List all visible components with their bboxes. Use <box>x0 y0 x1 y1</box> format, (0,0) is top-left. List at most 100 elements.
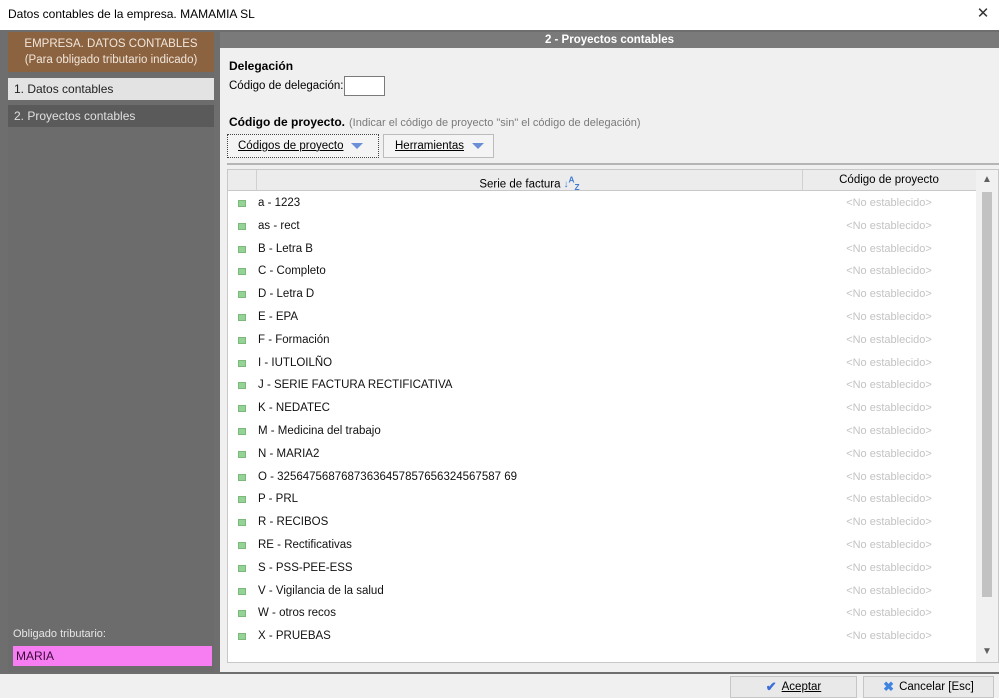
table-row[interactable]: M - Medicina del trabajo <No establecido> <box>228 420 976 442</box>
cell-codigo-proyecto[interactable]: <No establecido> <box>803 329 975 351</box>
table-row[interactable]: K - NEDATEC <No establecido> <box>228 397 976 419</box>
row-selector[interactable] <box>228 238 257 260</box>
scroll-thumb[interactable] <box>982 192 992 597</box>
row-selector[interactable] <box>228 352 257 374</box>
row-marker-icon <box>238 519 246 527</box>
section-header: 2 - Proyectos contables <box>220 32 999 48</box>
table-row[interactable]: N - MARIA2 <No establecido> <box>228 443 976 465</box>
cell-serie: E - EPA <box>258 311 299 323</box>
cancelar-label: Cancelar [Esc] <box>899 681 974 693</box>
vertical-scrollbar[interactable]: ▲ ▼ <box>976 170 998 662</box>
row-selector[interactable] <box>228 306 257 328</box>
table-row[interactable]: X - PRUEBAS <No establecido> <box>228 625 976 647</box>
table-row[interactable]: W - otros recos <No establecido> <box>228 602 976 624</box>
cell-codigo-proyecto[interactable]: <No establecido> <box>803 260 975 282</box>
cell-codigo-proyecto[interactable]: <No establecido> <box>803 466 975 488</box>
table-row[interactable]: as - rect <No establecido> <box>228 215 976 237</box>
row-selector[interactable] <box>228 374 257 396</box>
cell-codigo-proyecto[interactable]: <No establecido> <box>803 534 975 556</box>
series-grid: Serie de factura ↓AZ Código de proyecto a… <box>227 169 999 663</box>
cell-codigo-proyecto[interactable]: <No establecido> <box>803 215 975 237</box>
row-selector[interactable] <box>228 625 257 647</box>
sidebar-item-proyectos-contables[interactable]: 2. Proyectos contables <box>8 105 214 127</box>
scroll-up-icon[interactable]: ▲ <box>976 170 998 190</box>
row-selector[interactable] <box>228 602 257 624</box>
row-selector[interactable] <box>228 260 257 282</box>
table-row[interactable]: E - EPA <No establecido> <box>228 306 976 328</box>
cell-serie: W - otros recos <box>258 607 336 620</box>
row-selector[interactable] <box>228 580 257 602</box>
table-row[interactable]: RE - Rectificativas <No establecido> <box>228 534 976 556</box>
cell-codigo-proyecto[interactable]: <No establecido> <box>803 306 975 328</box>
row-marker-icon <box>238 291 246 299</box>
table-row[interactable]: D - Letra D <No establecido> <box>228 283 976 305</box>
cell-codigo-proyecto[interactable]: <No establecido> <box>803 488 975 510</box>
table-row[interactable]: C - Completo <No establecido> <box>228 260 976 282</box>
window-title: Datos contables de la empresa. MAMAMIA S… <box>8 7 255 21</box>
cell-codigo-proyecto[interactable]: <No establecido> <box>803 602 975 624</box>
cell-codigo-proyecto[interactable]: <No establecido> <box>803 238 975 260</box>
codigo-proyecto-title: Código de proyecto. <box>229 115 346 129</box>
row-selector[interactable] <box>228 443 257 465</box>
sidebar-item-datos-contables[interactable]: 1. Datos contables <box>8 78 214 100</box>
close-icon[interactable]: ✕ <box>973 4 993 24</box>
cancel-x-icon: ✖ <box>883 679 895 694</box>
cell-codigo-proyecto[interactable]: <No establecido> <box>803 192 975 214</box>
codigo-delegacion-input[interactable] <box>344 76 385 96</box>
title-bar: Datos contables de la empresa. MAMAMIA S… <box>0 0 999 30</box>
table-row[interactable]: J - SERIE FACTURA RECTIFICATIVA <No estab… <box>228 374 976 396</box>
row-marker-icon <box>238 428 246 435</box>
row-marker-icon <box>238 245 246 253</box>
table-row[interactable]: O - 32564756876873636457857656324567587 … <box>228 466 976 488</box>
cell-codigo-proyecto[interactable]: <No establecido> <box>803 283 975 305</box>
grid-header-selector <box>228 170 257 191</box>
table-row[interactable]: P - PRL <No establecido> <box>228 488 976 510</box>
row-marker-icon <box>238 564 246 572</box>
row-selector[interactable] <box>228 397 257 419</box>
table-row[interactable]: V - Vigilancia de la salud <No establecid… <box>228 580 976 602</box>
cell-codigo-proyecto[interactable]: <No establecido> <box>803 352 975 374</box>
row-selector[interactable] <box>228 488 257 510</box>
aceptar-label: Aceptar <box>781 681 822 693</box>
row-selector[interactable] <box>228 466 257 488</box>
codigos-proyecto-menu-button[interactable]: Códigos de proyecto <box>227 134 379 158</box>
cell-codigo-proyecto[interactable]: <No establecido> <box>803 420 975 442</box>
column-header-codigo[interactable]: Código de proyecto <box>803 170 975 191</box>
cell-serie: RE - Rectificativas <box>258 539 352 551</box>
cell-codigo-proyecto[interactable]: <No establecido> <box>803 374 975 396</box>
cell-codigo-proyecto[interactable]: <No establecido> <box>803 557 975 579</box>
row-selector[interactable] <box>228 215 257 237</box>
table-row[interactable]: B - Letra B <No establecido> <box>228 238 976 260</box>
divider <box>227 163 999 165</box>
herramientas-menu-button[interactable]: Herramientas <box>383 134 494 158</box>
sort-az-icon: ↓AZ <box>563 175 580 193</box>
table-row[interactable]: R - RECIBOS <No establecido> <box>228 511 976 533</box>
cancelar-button[interactable]: ✖ Cancelar [Esc] <box>863 676 994 698</box>
aceptar-button[interactable]: ✔ Aceptar <box>730 676 857 698</box>
row-selector[interactable] <box>228 420 257 442</box>
cell-codigo-proyecto[interactable]: <No establecido> <box>803 511 975 533</box>
row-selector[interactable] <box>228 511 257 533</box>
row-marker-icon <box>238 633 246 641</box>
cell-codigo-proyecto[interactable]: <No establecido> <box>803 625 975 647</box>
table-row[interactable]: S - PSS-PEE-ESS <No establecido> <box>228 557 976 579</box>
checkmark-icon: ✔ <box>765 679 777 694</box>
main-panel: 2 - Proyectos contables Delegación Códig… <box>220 32 999 672</box>
scroll-down-icon[interactable]: ▼ <box>976 642 998 662</box>
row-selector[interactable] <box>228 283 257 305</box>
cell-codigo-proyecto[interactable]: <No establecido> <box>803 397 975 419</box>
row-selector[interactable] <box>228 329 257 351</box>
cell-serie: X - PRUEBAS <box>258 630 331 643</box>
row-selector[interactable] <box>228 557 257 579</box>
table-row[interactable]: a - 1223 <No establecido> <box>228 192 976 214</box>
sidebar-header: EMPRESA. DATOS CONTABLES (Para obligado … <box>8 32 214 72</box>
column-header-serie[interactable]: Serie de factura ↓AZ <box>257 170 803 193</box>
footer-bar: ✔ Aceptar ✖ Cancelar [Esc] <box>0 674 999 698</box>
cell-codigo-proyecto[interactable]: <No establecido> <box>803 443 975 465</box>
codigo-delegacion-label: Código de delegación: <box>229 80 344 92</box>
row-selector[interactable] <box>228 534 257 556</box>
row-selector[interactable] <box>228 192 257 214</box>
table-row[interactable]: I - IUTLOILÑO <No establecido> <box>228 352 976 374</box>
cell-codigo-proyecto[interactable]: <No establecido> <box>803 580 975 602</box>
table-row[interactable]: F - Formación <No establecido> <box>228 329 976 351</box>
